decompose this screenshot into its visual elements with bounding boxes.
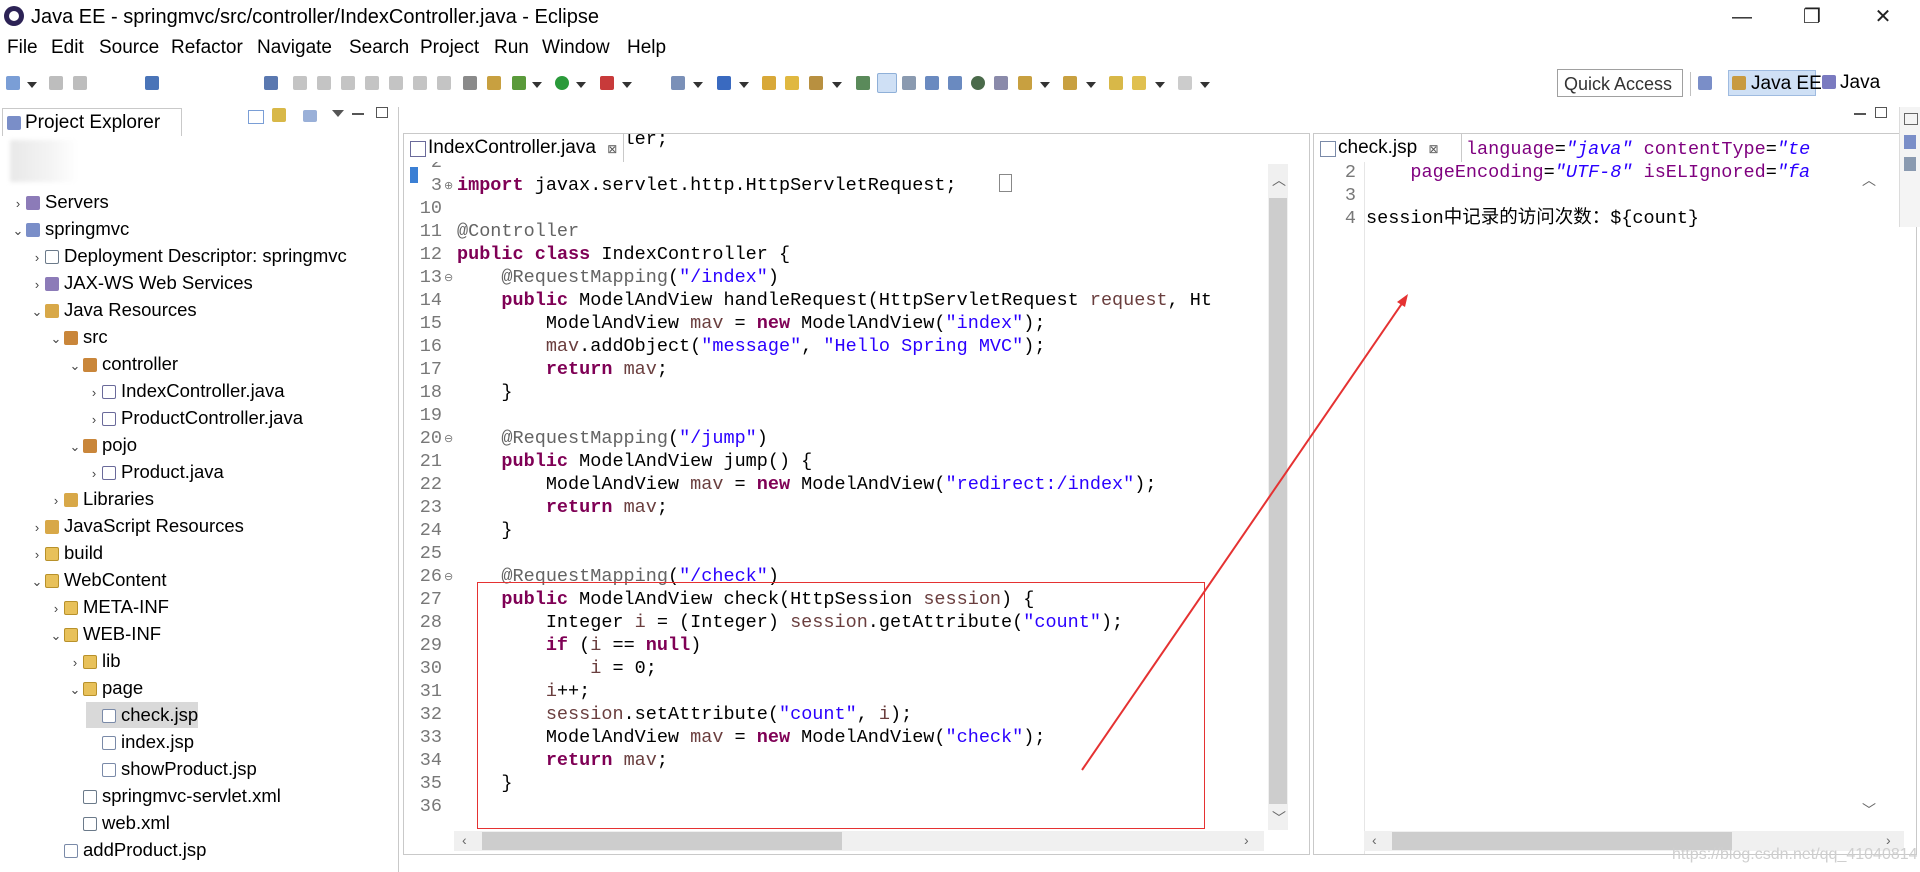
- watermark: https://blog.csdn.net/qq_41040814: [1672, 846, 1918, 863]
- annotation-arrow: [1081, 294, 1408, 771]
